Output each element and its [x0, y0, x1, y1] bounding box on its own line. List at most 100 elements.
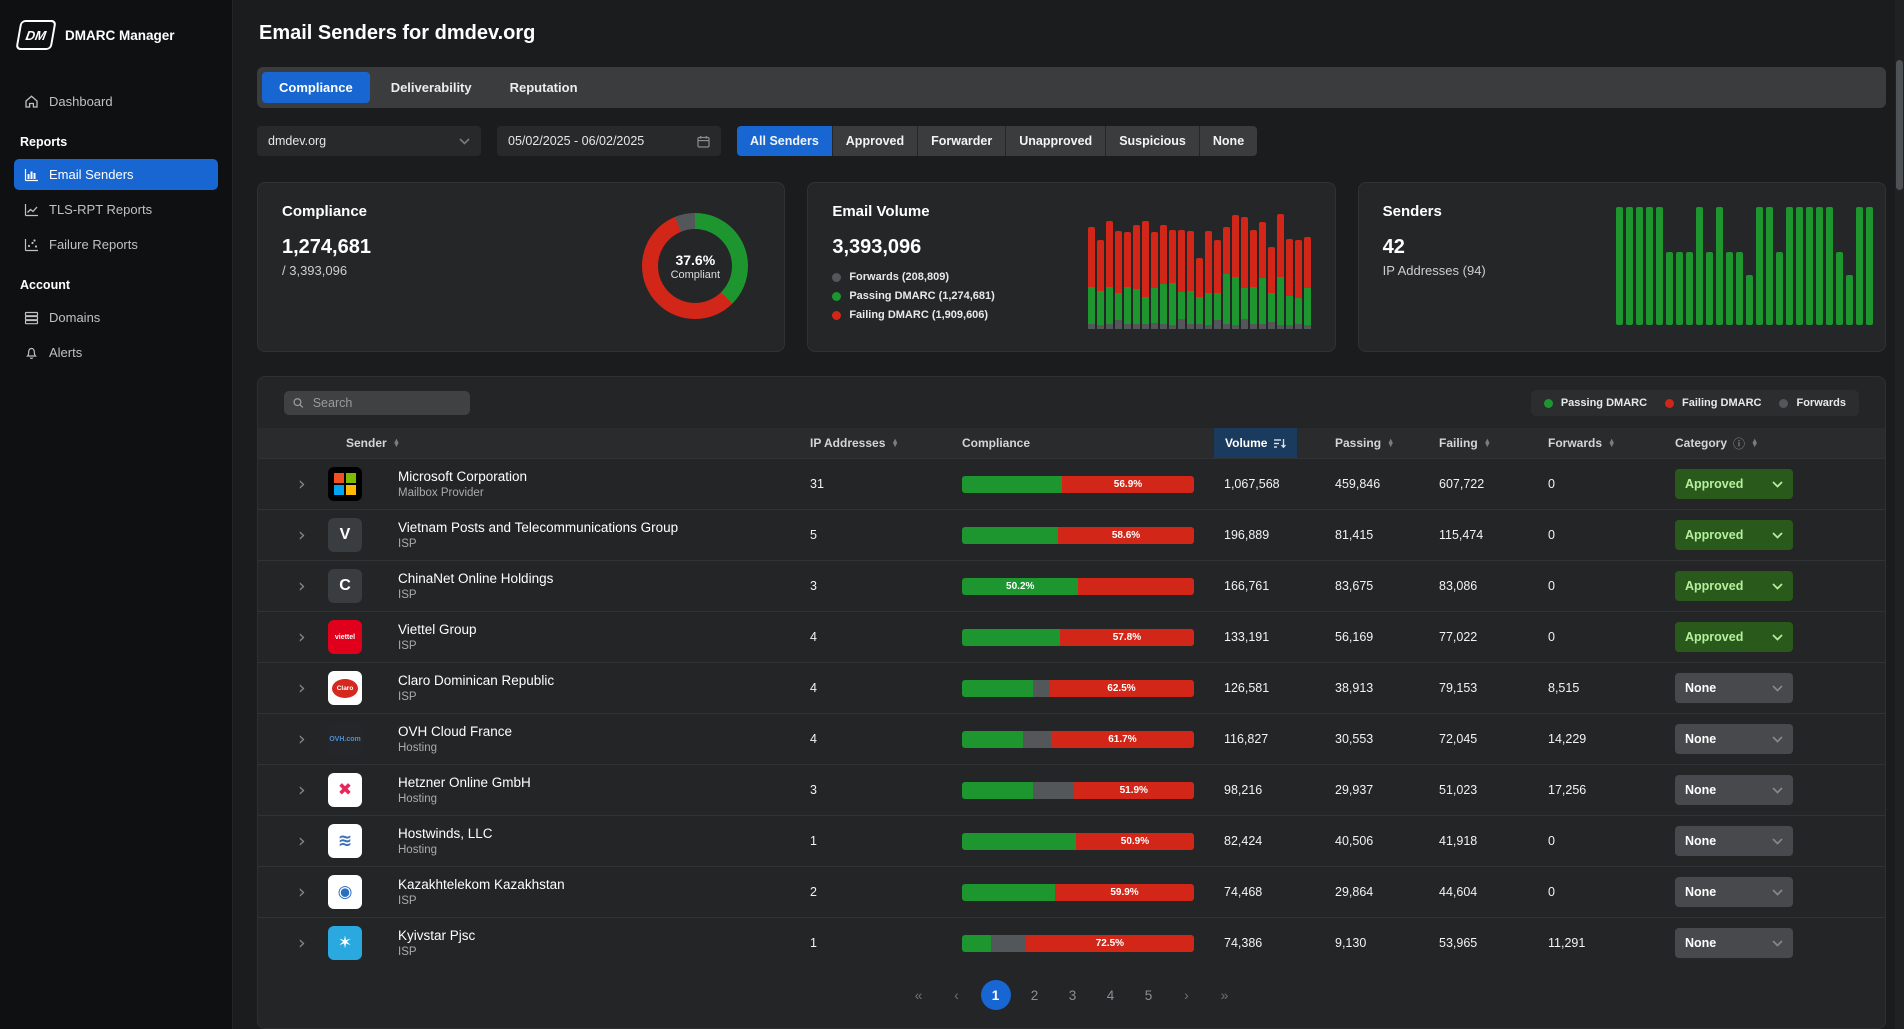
column-header-ip[interactable]: IP Addresses ▲▼ [810, 436, 962, 450]
table-row[interactable]: › ✶ Kyivstar Pjsc ISP 1 72.5% 74,386 9,1… [258, 917, 1885, 968]
row-expand-chevron-icon[interactable]: › [284, 679, 328, 698]
table-row[interactable]: › ◉ Kazakhtelekom Kazakhstan ISP 2 59.9%… [258, 866, 1885, 917]
table-row[interactable]: › Claro Claro Dominican Republic ISP 4 6… [258, 662, 1885, 713]
table-row[interactable]: › ≋ Hostwinds, LLC Hosting 1 50.9% 82,42… [258, 815, 1885, 866]
sender-logo: viettel [328, 620, 362, 654]
failing-cell: 115,474 [1428, 528, 1536, 542]
filter-segment-unapproved[interactable]: Unapproved [1006, 126, 1106, 156]
filter-segment-all-senders[interactable]: All Senders [737, 126, 833, 156]
domain-select[interactable]: dmdev.org [257, 126, 481, 156]
category-dropdown[interactable]: None [1675, 775, 1793, 805]
volume-bar [1214, 240, 1221, 329]
table-row[interactable]: › Microsoft Corporation Mailbox Provider… [258, 458, 1885, 509]
pagination-page-1[interactable]: 1 [981, 980, 1011, 1010]
date-range-picker[interactable]: 05/02/2025 - 06/02/2025 [497, 126, 721, 156]
table-row[interactable]: › ✖ Hetzner Online GmbH Hosting 3 51.9% … [258, 764, 1885, 815]
search-box[interactable] [284, 391, 470, 415]
sidebar-item-domains[interactable]: Domains [14, 302, 218, 333]
row-expand-chevron-icon[interactable]: › [284, 934, 328, 953]
info-icon[interactable]: ⓘ [1733, 435, 1745, 452]
chevron-down-icon [1772, 583, 1783, 590]
scrollbar-thumb[interactable] [1896, 60, 1903, 190]
bar-segment-green [962, 935, 991, 952]
sender-type: ISP [398, 640, 810, 652]
email-volume-bar-chart [1088, 205, 1311, 329]
volume-bar [1142, 221, 1149, 329]
volume-cell: 116,827 [1212, 732, 1324, 746]
sender-name: Hostwinds, LLC [398, 826, 810, 841]
column-header-failing[interactable]: Failing ▲▼ [1428, 436, 1536, 450]
column-header-compliance[interactable]: Compliance [962, 436, 1212, 450]
row-expand-chevron-icon[interactable]: › [284, 475, 328, 494]
bar-segment-gray [991, 935, 1026, 952]
ip-count-cell: 4 [810, 630, 962, 644]
compliance-bar: 57.8% [962, 629, 1194, 646]
forwards-cell: 0 [1536, 477, 1664, 491]
volume-bar [1259, 222, 1266, 329]
column-header-forwards[interactable]: Forwards ▲▼ [1536, 436, 1664, 450]
sidebar-item-alerts[interactable]: Alerts [14, 337, 218, 368]
tab-deliverability[interactable]: Deliverability [374, 72, 489, 103]
pagination-page-3[interactable]: 3 [1059, 981, 1087, 1009]
tab-reputation[interactable]: Reputation [493, 72, 595, 103]
scrollbar-track[interactable] [1895, 0, 1904, 1029]
senders-bar [1836, 252, 1843, 325]
chevron-down-icon [1772, 634, 1783, 641]
passing-cell: 56,169 [1324, 630, 1428, 644]
table-row[interactable]: › C ChinaNet Online Holdings ISP 3 50.2%… [258, 560, 1885, 611]
filter-bar: dmdev.org 05/02/2025 - 06/02/2025 All Se… [257, 126, 1886, 156]
sidebar-item-dashboard[interactable]: Dashboard [14, 86, 218, 117]
row-expand-chevron-icon[interactable]: › [284, 781, 328, 800]
senders-bar [1786, 207, 1793, 325]
table-row[interactable]: › OVH.com OVH Cloud France Hosting 4 61.… [258, 713, 1885, 764]
row-expand-chevron-icon[interactable]: › [284, 577, 328, 596]
ip-count-cell: 1 [810, 936, 962, 950]
pagination-page-4[interactable]: 4 [1097, 981, 1125, 1009]
column-header-category[interactable]: Category ⓘ ▲▼ [1664, 435, 1885, 452]
row-expand-chevron-icon[interactable]: › [284, 883, 328, 902]
bar-segment-red [1078, 578, 1194, 595]
category-dropdown[interactable]: None [1675, 826, 1793, 856]
category-dropdown[interactable]: None [1675, 673, 1793, 703]
pagination-page-2[interactable]: 2 [1021, 981, 1049, 1009]
table-row[interactable]: › viettel Viettel Group ISP 4 57.8% 133,… [258, 611, 1885, 662]
volume-bar [1151, 232, 1158, 329]
pagination-next[interactable]: › [1173, 981, 1201, 1009]
bar-segment-red: 62.5% [1049, 680, 1194, 697]
sidebar-item-failure-reports[interactable]: Failure Reports [14, 229, 218, 260]
search-input[interactable] [311, 395, 461, 411]
filter-segment-suspicious[interactable]: Suspicious [1106, 126, 1200, 156]
table-row[interactable]: › V Vietnam Posts and Telecommunications… [258, 509, 1885, 560]
filter-segment-forwarder[interactable]: Forwarder [918, 126, 1006, 156]
filter-segment-approved[interactable]: Approved [833, 126, 918, 156]
volume-sorted-highlight: Volume [1214, 428, 1297, 458]
category-dropdown[interactable]: Approved [1675, 469, 1793, 499]
category-dropdown[interactable]: None [1675, 877, 1793, 907]
row-expand-chevron-icon[interactable]: › [284, 832, 328, 851]
category-dropdown[interactable]: Approved [1675, 622, 1793, 652]
category-dropdown[interactable]: Approved [1675, 520, 1793, 550]
forwards-cell: 14,229 [1536, 732, 1664, 746]
volume-bar [1304, 237, 1311, 329]
row-expand-chevron-icon[interactable]: › [284, 730, 328, 749]
filter-segment-none[interactable]: None [1200, 126, 1257, 156]
category-dropdown[interactable]: None [1675, 928, 1793, 958]
category-dropdown[interactable]: Approved [1675, 571, 1793, 601]
tab-compliance[interactable]: Compliance [262, 72, 370, 103]
pagination-last[interactable]: » [1211, 981, 1239, 1009]
column-header-sender[interactable]: Sender ▲▼ [328, 436, 810, 450]
column-header-passing[interactable]: Passing ▲▼ [1324, 436, 1428, 450]
sidebar-item-email-senders[interactable]: Email Senders [14, 159, 218, 190]
pagination-first[interactable]: « [905, 981, 933, 1009]
volume-bar [1115, 231, 1122, 329]
row-expand-chevron-icon[interactable]: › [284, 628, 328, 647]
category-dropdown[interactable]: None [1675, 724, 1793, 754]
volume-bar [1160, 225, 1167, 329]
row-expand-chevron-icon[interactable]: › [284, 526, 328, 545]
pagination-prev[interactable]: ‹ [943, 981, 971, 1009]
senders-bar [1676, 252, 1683, 325]
sidebar-item-tls-rpt-reports[interactable]: TLS-RPT Reports [14, 194, 218, 225]
sender-logo: C [328, 569, 362, 603]
pagination-page-5[interactable]: 5 [1135, 981, 1163, 1009]
column-header-volume[interactable]: Volume [1212, 428, 1324, 458]
